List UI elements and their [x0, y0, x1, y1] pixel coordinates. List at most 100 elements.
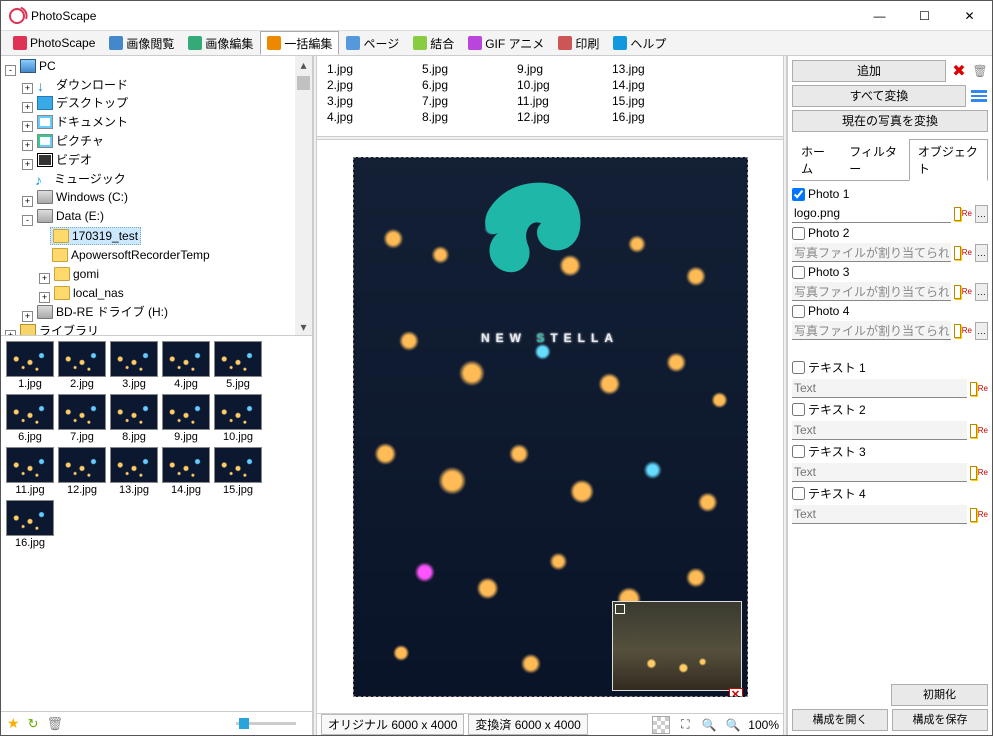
- tree-node-local_nas[interactable]: local_nas: [52, 285, 126, 301]
- thumbnail[interactable]: 13.jpg: [110, 447, 158, 496]
- toolbar-viewer[interactable]: 画像閲覧: [102, 31, 181, 55]
- file-item[interactable]: 2.jpg: [327, 77, 422, 93]
- file-item[interactable]: 12.jpg: [517, 109, 612, 125]
- photo1-checkbox[interactable]: [792, 188, 805, 201]
- thumbnail[interactable]: 15.jpg: [214, 447, 262, 496]
- tree-scrollbar[interactable]: ▴ ▾: [295, 56, 312, 335]
- maximize-button[interactable]: ☐: [902, 1, 947, 30]
- tree-node-ミュージック[interactable]: ミュージック: [33, 171, 128, 187]
- navigator-thumbnail[interactable]: ✕: [612, 601, 742, 691]
- thumbnail[interactable]: 14.jpg: [162, 447, 210, 496]
- zoom-out-icon[interactable]: 🔍: [700, 716, 718, 734]
- toolbar-combine[interactable]: 結合: [406, 31, 461, 55]
- toolbar-help[interactable]: ヘルプ: [606, 31, 673, 55]
- file-item[interactable]: 8.jpg: [422, 109, 517, 125]
- expand-icon[interactable]: +: [39, 292, 50, 303]
- expand-icon[interactable]: -: [5, 65, 16, 76]
- tab-object[interactable]: オブジェクト: [909, 139, 988, 181]
- folder-tree[interactable]: - PC+ ダウンロード+ デスクトップ+ ドキュメント+ ピクチャ+ ビデオ …: [1, 56, 312, 336]
- thumbnail[interactable]: 8.jpg: [110, 394, 158, 443]
- toolbar-editor[interactable]: 画像編集: [181, 31, 260, 55]
- thumbnail[interactable]: 2.jpg: [58, 341, 106, 390]
- expand-icon[interactable]: +: [22, 140, 33, 151]
- tree-node-Data (E:)[interactable]: Data (E:): [35, 208, 106, 224]
- text3-input[interactable]: [792, 463, 967, 482]
- refresh-icon[interactable]: ↻: [28, 716, 39, 732]
- thumbnail[interactable]: 16.jpg: [6, 500, 54, 549]
- scroll-down-icon[interactable]: ▾: [295, 318, 312, 335]
- photo3-input[interactable]: [792, 282, 951, 301]
- convert-all-button[interactable]: すべて変換: [792, 85, 966, 107]
- toolbar-print[interactable]: 印刷: [551, 31, 606, 55]
- scroll-up-icon[interactable]: ▴: [295, 56, 312, 73]
- tree-node-ビデオ[interactable]: ビデオ: [35, 152, 94, 168]
- close-button[interactable]: ✕: [947, 1, 992, 30]
- expand-icon[interactable]: +: [22, 102, 33, 113]
- preview-area[interactable]: NEW STELLA ✕: [317, 140, 783, 713]
- thumbnail[interactable]: 11.jpg: [6, 447, 54, 496]
- file-item[interactable]: 1.jpg: [327, 61, 422, 77]
- photo3-resize-icon[interactable]: [954, 283, 972, 301]
- text2-checkbox[interactable]: [792, 403, 805, 416]
- file-item[interactable]: 16.jpg: [612, 109, 707, 125]
- init-button[interactable]: 初期化: [891, 684, 988, 706]
- thumbnail[interactable]: 6.jpg: [6, 394, 54, 443]
- minimize-button[interactable]: —: [857, 1, 902, 30]
- tree-node-gomi[interactable]: gomi: [52, 266, 101, 282]
- zoom-in-icon[interactable]: 🔍: [724, 716, 742, 734]
- list-view-icon[interactable]: [970, 89, 988, 103]
- thumbnail[interactable]: 3.jpg: [110, 341, 158, 390]
- fit-screen-icon[interactable]: ⛶: [676, 716, 694, 734]
- tree-node-ライブラリ[interactable]: ライブラリ: [18, 323, 101, 336]
- thumbnail[interactable]: 4.jpg: [162, 341, 210, 390]
- file-item[interactable]: 13.jpg: [612, 61, 707, 77]
- photo4-input[interactable]: [792, 321, 951, 340]
- photo1-browse-button[interactable]: [975, 205, 988, 223]
- file-item[interactable]: 3.jpg: [327, 93, 422, 109]
- thumbnail[interactable]: 12.jpg: [58, 447, 106, 496]
- file-item[interactable]: 5.jpg: [422, 61, 517, 77]
- expand-icon[interactable]: +: [5, 330, 16, 336]
- trash-icon[interactable]: 🗑: [46, 716, 63, 732]
- photo2-browse-button[interactable]: [975, 244, 988, 262]
- expand-icon[interactable]: +: [22, 311, 33, 322]
- save-config-button[interactable]: 構成を保存: [892, 709, 988, 731]
- file-item[interactable]: 15.jpg: [612, 93, 707, 109]
- file-item[interactable]: 7.jpg: [422, 93, 517, 109]
- text1-resize-icon[interactable]: [970, 380, 988, 398]
- thumbnail[interactable]: 9.jpg: [162, 394, 210, 443]
- add-button[interactable]: 追加: [792, 60, 946, 82]
- photo2-resize-icon[interactable]: [954, 244, 972, 262]
- text1-checkbox[interactable]: [792, 361, 805, 374]
- tree-node-ドキュメント[interactable]: ドキュメント: [35, 114, 130, 130]
- text2-resize-icon[interactable]: [970, 422, 988, 440]
- text4-input[interactable]: [792, 505, 967, 524]
- tree-node-170319_test[interactable]: 170319_test: [50, 227, 141, 245]
- text3-resize-icon[interactable]: [970, 464, 988, 482]
- file-item[interactable]: 4.jpg: [327, 109, 422, 125]
- clear-all-icon[interactable]: 🗑: [972, 64, 988, 78]
- expand-icon[interactable]: +: [22, 83, 33, 94]
- file-item[interactable]: 10.jpg: [517, 77, 612, 93]
- favorite-icon[interactable]: ★: [7, 715, 20, 732]
- text3-checkbox[interactable]: [792, 445, 805, 458]
- file-item[interactable]: 6.jpg: [422, 77, 517, 93]
- thumb-size-slider[interactable]: [71, 722, 306, 725]
- text2-input[interactable]: [792, 421, 967, 440]
- tree-node-pc[interactable]: PC: [18, 58, 58, 74]
- file-item[interactable]: 11.jpg: [517, 93, 612, 109]
- expand-icon[interactable]: +: [22, 159, 33, 170]
- photo4-checkbox[interactable]: [792, 305, 805, 318]
- transparency-icon[interactable]: [652, 716, 670, 734]
- navigator-viewport[interactable]: [615, 604, 625, 614]
- tree-node-Windows (C:)[interactable]: Windows (C:): [35, 189, 130, 205]
- file-item[interactable]: 14.jpg: [612, 77, 707, 93]
- photo3-browse-button[interactable]: [975, 283, 988, 301]
- tree-node-ピクチャ[interactable]: ピクチャ: [35, 133, 106, 149]
- open-config-button[interactable]: 構成を開く: [792, 709, 888, 731]
- expand-icon[interactable]: +: [22, 121, 33, 132]
- toolbar-page[interactable]: ページ: [339, 31, 406, 55]
- photo2-input[interactable]: [792, 243, 951, 262]
- tree-node-デスクトップ[interactable]: デスクトップ: [35, 95, 130, 111]
- tab-home[interactable]: ホーム: [792, 139, 840, 180]
